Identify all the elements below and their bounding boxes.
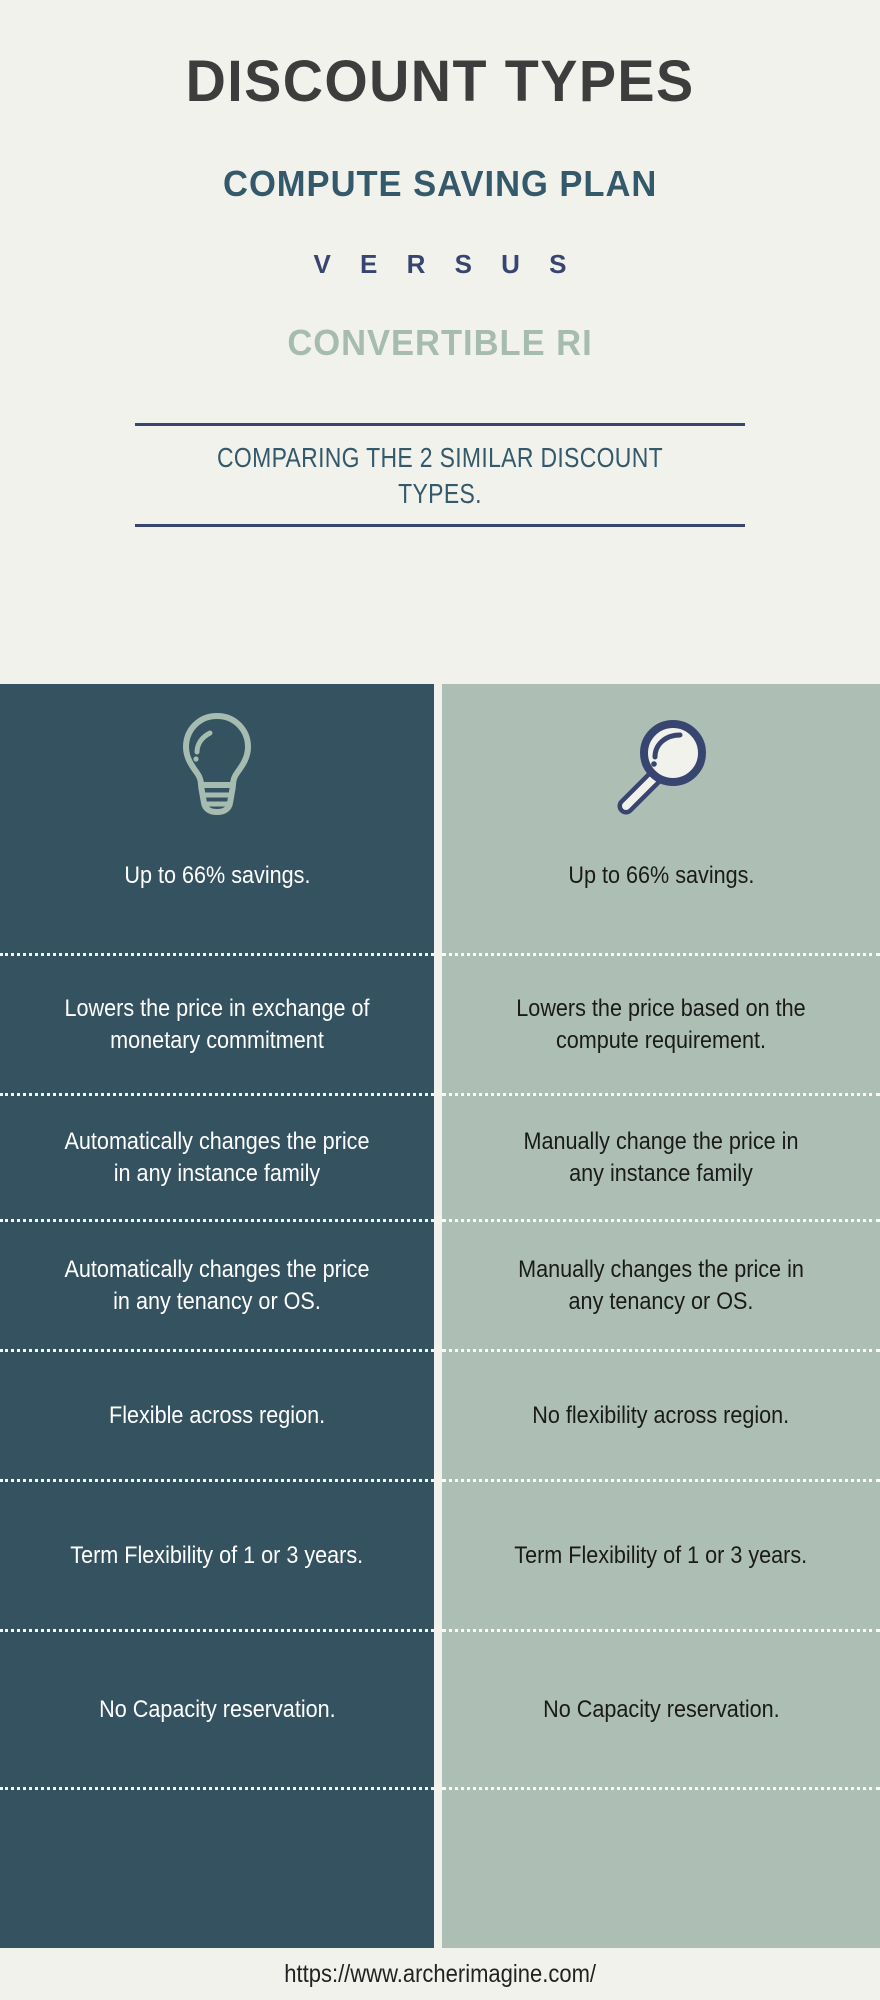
table-row: No Capacity reservation.: [0, 1632, 434, 1790]
table-row: Manually changes the price in any tenanc…: [442, 1222, 880, 1352]
table-row: Lowers the price based on the compute re…: [442, 956, 880, 1096]
table-row: Term Flexibility of 1 or 3 years.: [0, 1482, 434, 1632]
source-url-link[interactable]: https://www.archerimagine.com/: [284, 1960, 596, 1989]
description-block: COMPARING THE 2 SIMILAR DISCOUNT TYPES.: [135, 423, 745, 528]
description-text: COMPARING THE 2 SIMILAR DISCOUNT TYPES.: [190, 426, 690, 524]
divider-rule-bottom: [135, 524, 745, 528]
right-cells: Up to 66% savings. Lowers the price base…: [442, 846, 880, 1948]
cell-text: No Capacity reservation.: [98, 1695, 336, 1723]
lightbulb-icon-cell: [0, 684, 434, 846]
magnifier-icon-cell: [442, 684, 880, 846]
description-line-2: TYPES.: [398, 478, 482, 510]
cell-text: Manually changes the price in any tenanc…: [518, 1256, 804, 1315]
cell-text: Manually change the price in any instanc…: [523, 1128, 799, 1187]
table-row: Manually change the price in any instanc…: [442, 1096, 880, 1222]
cell-text: Automatically changes the price in any i…: [64, 1128, 370, 1187]
footer-section: https://www.archerimagine.com/: [0, 1948, 880, 2000]
cell-text: Term Flexibility of 1 or 3 years.: [514, 1541, 808, 1569]
column-convertible-ri: Up to 66% savings. Lowers the price base…: [442, 684, 880, 1948]
cell-text: No Capacity reservation.: [542, 1695, 780, 1723]
table-row: Up to 66% savings.: [442, 846, 880, 956]
cell-text: Lowers the price based on the compute re…: [516, 995, 806, 1054]
table-row: Automatically changes the price in any t…: [0, 1222, 434, 1352]
left-cells: Up to 66% savings. Lowers the price in e…: [0, 846, 434, 1948]
cell-text: Up to 66% savings.: [567, 862, 755, 889]
table-row: No Capacity reservation.: [442, 1632, 880, 1790]
column-compute-saving-plan: Up to 66% savings. Lowers the price in e…: [0, 684, 434, 1948]
cell-text: No flexibility across region.: [532, 1401, 790, 1429]
table-row: Term Flexibility of 1 or 3 years.: [442, 1482, 880, 1632]
page-title: DISCOUNT TYPES: [185, 49, 695, 114]
table-row: Automatically changes the price in any i…: [0, 1096, 434, 1222]
subtitle-convertible-ri: CONVERTIBLE RI: [287, 321, 593, 363]
description-line-1: COMPARING THE 2 SIMILAR DISCOUNT: [217, 442, 663, 474]
lightbulb-icon: [174, 709, 260, 822]
infographic-page: DISCOUNT TYPES COMPUTE SAVING PLAN V E R…: [0, 0, 880, 2000]
cell-text: Flexible across region.: [108, 1401, 326, 1429]
header-section: DISCOUNT TYPES COMPUTE SAVING PLAN V E R…: [0, 0, 880, 684]
versus-label: V E R S U S: [313, 248, 578, 279]
cell-text: Up to 66% savings.: [123, 862, 311, 889]
subtitle-compute-saving-plan: COMPUTE SAVING PLAN: [222, 162, 658, 204]
table-row: Up to 66% savings.: [0, 846, 434, 956]
cell-text: Lowers the price in exchange of monetary…: [64, 995, 370, 1054]
cell-text: Term Flexibility of 1 or 3 years.: [70, 1541, 364, 1569]
table-row: Lowers the price in exchange of monetary…: [0, 956, 434, 1096]
magnifier-icon: [609, 711, 713, 820]
cell-text: Automatically changes the price in any t…: [64, 1256, 370, 1315]
comparison-section: Up to 66% savings. Lowers the price in e…: [0, 684, 880, 1948]
table-row: No flexibility across region.: [442, 1352, 880, 1482]
table-row: Flexible across region.: [0, 1352, 434, 1482]
